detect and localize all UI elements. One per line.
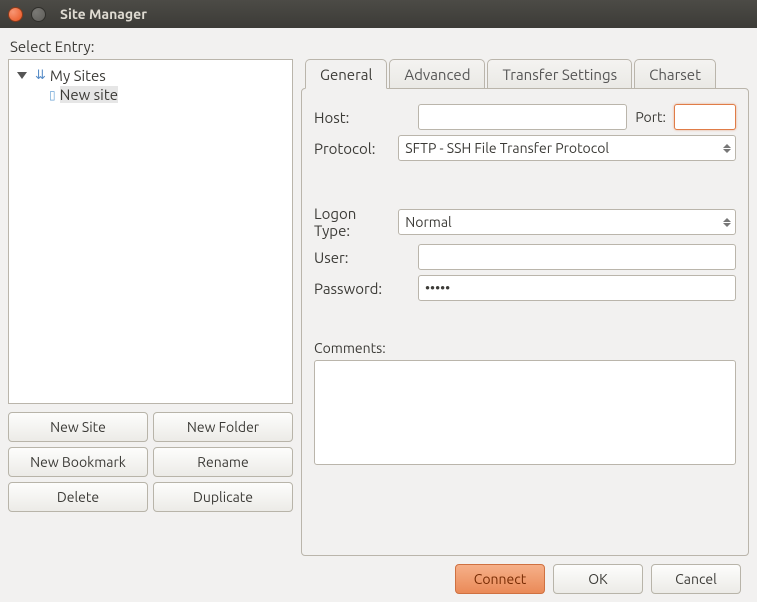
cancel-button[interactable]: Cancel — [651, 564, 741, 594]
logon-type-value: Normal — [405, 214, 451, 230]
comments-label: Comments: — [314, 340, 736, 356]
chevron-down-icon[interactable] — [17, 72, 27, 79]
host-input[interactable] — [418, 104, 627, 130]
duplicate-button[interactable]: Duplicate — [153, 482, 293, 512]
tab-general[interactable]: General — [305, 59, 387, 89]
host-label: Host: — [314, 109, 410, 126]
titlebar: Site Manager — [0, 0, 757, 28]
new-folder-button[interactable]: New Folder — [153, 412, 293, 442]
general-panel: Host: Port: Protocol: SFTP - SSH File Tr… — [301, 88, 749, 556]
logon-type-label: Logon Type: — [314, 205, 390, 239]
dropdown-icon — [723, 218, 731, 227]
connect-button[interactable]: Connect — [455, 564, 545, 594]
user-label: User: — [314, 249, 410, 266]
window-title: Site Manager — [60, 6, 147, 22]
new-bookmark-button[interactable]: New Bookmark — [8, 447, 148, 477]
tree-item-label: New site — [60, 86, 118, 103]
select-entry-label: Select Entry: — [10, 38, 749, 55]
folder-icon: ⇊ — [35, 68, 46, 83]
close-icon[interactable] — [8, 7, 23, 22]
tree-root-label: My Sites — [50, 67, 106, 84]
server-icon: ▯ — [49, 88, 56, 102]
site-tree[interactable]: ⇊ My Sites ▯ New site — [8, 59, 293, 404]
user-input[interactable] — [418, 244, 736, 270]
tree-root-my-sites[interactable]: ⇊ My Sites — [13, 66, 288, 85]
new-site-button[interactable]: New Site — [8, 412, 148, 442]
port-input[interactable] — [674, 104, 736, 130]
comments-textarea[interactable] — [314, 360, 736, 465]
tab-advanced[interactable]: Advanced — [389, 59, 485, 89]
tab-charset[interactable]: Charset — [634, 59, 716, 89]
dropdown-icon — [723, 144, 731, 153]
protocol-select[interactable]: SFTP - SSH File Transfer Protocol — [398, 135, 736, 161]
tree-item-new-site[interactable]: ▯ New site — [47, 85, 288, 104]
protocol-value: SFTP - SSH File Transfer Protocol — [405, 140, 609, 156]
delete-button[interactable]: Delete — [8, 482, 148, 512]
protocol-label: Protocol: — [314, 140, 390, 157]
rename-button[interactable]: Rename — [153, 447, 293, 477]
tab-transfer-settings[interactable]: Transfer Settings — [487, 59, 632, 89]
password-label: Password: — [314, 280, 410, 297]
port-label: Port: — [635, 109, 666, 125]
tab-bar: General Advanced Transfer Settings Chars… — [301, 59, 749, 89]
ok-button[interactable]: OK — [553, 564, 643, 594]
password-input[interactable] — [418, 275, 736, 301]
logon-type-select[interactable]: Normal — [398, 209, 736, 235]
minimize-icon[interactable] — [31, 7, 46, 22]
